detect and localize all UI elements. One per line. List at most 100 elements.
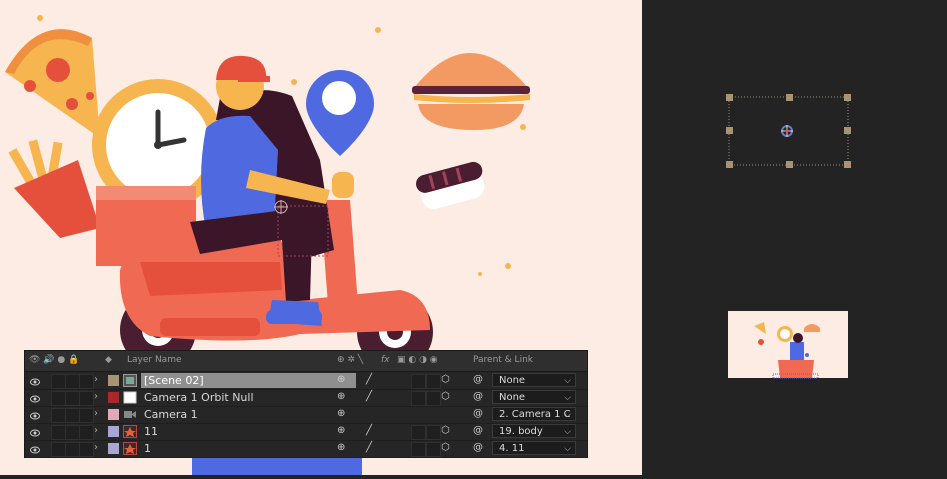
quality-switch-icon[interactable]: ╱ <box>366 425 372 436</box>
parent-dropdown[interactable]: None ⌵ <box>492 373 576 387</box>
switch-box[interactable] <box>411 442 426 457</box>
fries-icon <box>8 139 100 238</box>
layer-row[interactable]: › 11 ⊕ ╱ ⬡ @19. body ⌵ <box>25 423 587 441</box>
camera-layer-icon <box>123 408 137 421</box>
precomp-layer-icon <box>123 374 137 387</box>
switch-box[interactable] <box>426 391 441 406</box>
expand-chevron-icon[interactable]: › <box>94 408 98 419</box>
switch-box[interactable] <box>426 442 441 457</box>
solo-toggle[interactable] <box>65 408 80 423</box>
visibility-eye-icon[interactable] <box>30 393 40 403</box>
audio-toggle[interactable] <box>51 408 66 423</box>
camera-view <box>726 94 851 379</box>
shy-switch-icon[interactable]: ⊕ <box>337 408 345 419</box>
expand-chevron-icon[interactable]: › <box>94 425 98 436</box>
pick-whip-icon[interactable]: @ <box>473 391 483 402</box>
switch-box[interactable] <box>426 425 441 440</box>
quality-switch-icon[interactable]: ╱ <box>366 391 372 402</box>
burger-icon <box>412 53 530 130</box>
switch-box[interactable] <box>426 374 441 389</box>
lock-toggle[interactable] <box>79 425 94 440</box>
chevron-down-icon: ⌵ <box>564 410 571 420</box>
av-switch-icons: 👁 🔊 ● 🔒 <box>29 355 80 365</box>
solo-toggle[interactable] <box>65 425 80 440</box>
parent-link-header[interactable]: Parent & Link <box>473 355 533 365</box>
layer-name[interactable]: Camera 1 Orbit Null <box>141 390 356 405</box>
3d-layer-icon[interactable]: ⬡ <box>441 425 450 436</box>
chevron-down-icon: ⌵ <box>564 376 571 386</box>
label-color-swatch[interactable] <box>108 375 119 386</box>
quality-switch-icon[interactable]: ╱ <box>366 374 372 385</box>
layer-name-header[interactable]: Layer Name <box>127 355 182 365</box>
layer-name[interactable]: [Scene 02] <box>141 373 356 388</box>
fx-header: fx <box>381 355 390 365</box>
lock-toggle[interactable] <box>79 442 94 457</box>
expand-chevron-icon[interactable]: › <box>94 442 98 453</box>
audio-toggle[interactable] <box>51 374 66 389</box>
parent-value: 4. 11 <box>499 443 525 454</box>
parent-value: None <box>499 392 526 403</box>
audio-toggle[interactable] <box>51 391 66 406</box>
lock-toggle[interactable] <box>79 374 94 389</box>
shy-switch-icon[interactable]: ⊕ <box>337 391 345 402</box>
layer-row[interactable]: › [Scene 02] ⊕ ╱ ⬡ @ None ⌵ <box>25 372 587 390</box>
quality-switch-icon[interactable]: ╱ <box>366 442 372 453</box>
lock-toggle[interactable] <box>79 391 94 406</box>
shy-switch-icon[interactable]: ⊕ <box>337 374 345 385</box>
layer-name[interactable]: Camera 1 <box>141 407 356 422</box>
pick-whip-icon[interactable]: @ <box>473 408 483 419</box>
3d-layer-icon[interactable]: ⬡ <box>441 442 450 453</box>
location-pin-icon <box>306 70 374 156</box>
lock-toggle[interactable] <box>79 408 94 423</box>
layer-name[interactable]: 1 <box>141 441 356 456</box>
3d-layer-icon[interactable]: ⬡ <box>441 391 450 402</box>
expand-chevron-icon[interactable]: › <box>94 391 98 402</box>
label-color-swatch[interactable] <box>108 392 119 403</box>
sushi-icon <box>416 161 485 210</box>
camera-anchor-icon <box>781 125 793 137</box>
3d-layer-icon[interactable]: ⬡ <box>441 374 450 385</box>
pick-whip-icon[interactable]: @ <box>473 374 483 385</box>
pick-whip-icon[interactable]: @ <box>473 425 483 436</box>
parent-value: 19. body <box>499 426 543 437</box>
parent-dropdown[interactable]: 19. body ⌵ <box>492 424 576 438</box>
camera-viewer[interactable] <box>642 0 947 475</box>
layer-row[interactable]: › Camera 1 Orbit Null ⊕ ╱ ⬡ @ None ⌵ <box>25 389 587 407</box>
switch-box[interactable] <box>411 391 426 406</box>
label-color-swatch[interactable] <box>108 443 119 454</box>
shape-layer-icon <box>123 425 137 438</box>
visibility-eye-icon[interactable] <box>30 376 40 386</box>
visibility-eye-icon[interactable] <box>30 410 40 420</box>
solo-toggle[interactable] <box>65 391 80 406</box>
parent-dropdown[interactable]: None ⌵ <box>492 390 576 404</box>
parent-dropdown[interactable]: 2. Camera 1 C ⌵ <box>492 407 576 421</box>
switch-box[interactable] <box>411 425 426 440</box>
audio-toggle[interactable] <box>51 425 66 440</box>
chevron-down-icon: ⌵ <box>564 427 571 437</box>
solo-toggle[interactable] <box>65 374 80 389</box>
mode-icons: ▣ ◐ ◑ ◉ <box>397 355 438 365</box>
chevron-down-icon: ⌵ <box>564 393 571 403</box>
audio-toggle[interactable] <box>51 442 66 457</box>
layer-row[interactable]: › Camera 1 ⊕ @2. Camera 1 C ⌵ <box>25 406 587 424</box>
layer-row[interactable]: › 1 ⊕ ╱ ⬡ @4. 11 ⌵ <box>25 440 587 458</box>
null-layer-icon <box>123 391 137 404</box>
pizza-icon <box>5 29 100 138</box>
visibility-eye-icon[interactable] <box>30 444 40 454</box>
shy-switch-icon[interactable]: ⊕ <box>337 425 345 436</box>
switches-icons: ⊕ ✲ ╲ <box>337 355 364 365</box>
tag-icon: ◆ <box>105 355 112 365</box>
parent-value: 2. Camera 1 C <box>499 409 571 420</box>
visibility-eye-icon[interactable] <box>30 427 40 437</box>
chevron-down-icon: ⌵ <box>564 444 571 454</box>
parent-dropdown[interactable]: 4. 11 ⌵ <box>492 441 576 455</box>
label-color-swatch[interactable] <box>108 409 119 420</box>
solo-toggle[interactable] <box>65 442 80 457</box>
switch-box[interactable] <box>411 374 426 389</box>
expand-chevron-icon[interactable]: › <box>94 374 98 385</box>
shy-switch-icon[interactable]: ⊕ <box>337 442 345 453</box>
layer-name[interactable]: 11 <box>141 424 356 439</box>
label-color-swatch[interactable] <box>108 426 119 437</box>
pick-whip-icon[interactable]: @ <box>473 442 483 453</box>
composition-thumbnail <box>728 311 848 379</box>
